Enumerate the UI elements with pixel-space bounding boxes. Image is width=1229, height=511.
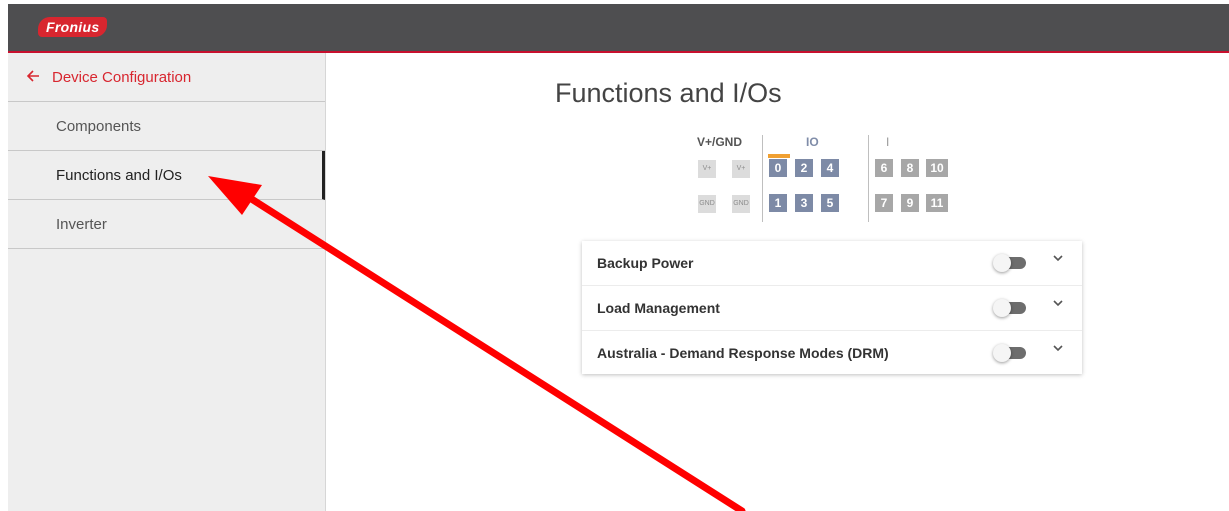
- input-header: I: [886, 135, 890, 149]
- drm-toggle[interactable]: [993, 344, 1027, 362]
- toggle-knob: [993, 299, 1011, 317]
- divider: [762, 135, 763, 222]
- pin-io-4[interactable]: 4: [821, 159, 839, 177]
- sidebar: Device Configuration Components Function…: [8, 53, 326, 511]
- sidebar-item-label: Functions and I/Os: [56, 166, 182, 184]
- back-to-device-configuration[interactable]: Device Configuration: [8, 53, 325, 102]
- function-row-backup-power[interactable]: Backup Power: [582, 241, 1082, 286]
- pin-in-10[interactable]: 10: [926, 159, 948, 177]
- pin-in-9[interactable]: 9: [901, 194, 919, 212]
- function-label: Backup Power: [597, 255, 694, 271]
- pin-io-5[interactable]: 5: [821, 194, 839, 212]
- toggle-knob: [993, 344, 1011, 362]
- divider: [868, 135, 869, 222]
- function-label: Australia - Demand Response Modes (DRM): [597, 345, 889, 361]
- pin-io-1[interactable]: 1: [769, 194, 787, 212]
- load-management-toggle[interactable]: [993, 299, 1027, 317]
- toggle-knob: [993, 254, 1011, 272]
- page-title: Functions and I/Os: [555, 78, 782, 108]
- sidebar-item-label: Inverter: [56, 215, 107, 233]
- pin-gnd: GND: [698, 195, 716, 213]
- pin-in-11[interactable]: 11: [926, 194, 948, 212]
- chevron-down-icon[interactable]: [1052, 341, 1064, 359]
- function-label: Load Management: [597, 300, 720, 316]
- sidebar-item-functions-and-ios[interactable]: Functions and I/Os: [8, 151, 325, 200]
- back-label: Device Configuration: [52, 68, 192, 86]
- sidebar-item-label: Components: [56, 117, 142, 135]
- io-active-indicator: [768, 154, 790, 158]
- pin-in-6[interactable]: 6: [875, 159, 893, 177]
- pin-in-8[interactable]: 8: [901, 159, 919, 177]
- io-diagram: V+/GND IO I V+ V+ GND GND 0 2 4 1 3 5 6 …: [690, 135, 990, 225]
- pin-io-3[interactable]: 3: [795, 194, 813, 212]
- sidebar-item-components[interactable]: Components: [8, 102, 325, 151]
- functions-panel: Backup Power Load Management Australia -…: [582, 241, 1082, 374]
- chevron-down-icon[interactable]: [1052, 296, 1064, 314]
- fronius-logo[interactable]: Fronius: [38, 17, 108, 37]
- arrow-left-icon: [26, 68, 40, 86]
- pin-in-7[interactable]: 7: [875, 194, 893, 212]
- chevron-down-icon[interactable]: [1052, 251, 1064, 269]
- pin-gnd: GND: [732, 195, 750, 213]
- pin-io-2[interactable]: 2: [795, 159, 813, 177]
- pin-vplus: V+: [732, 160, 750, 178]
- power-header: V+/GND: [697, 135, 743, 149]
- sidebar-item-inverter[interactable]: Inverter: [8, 200, 325, 249]
- function-row-load-management[interactable]: Load Management: [582, 286, 1082, 331]
- function-row-drm[interactable]: Australia - Demand Response Modes (DRM): [582, 331, 1082, 375]
- pin-vplus: V+: [698, 160, 716, 178]
- io-header: IO: [806, 135, 819, 149]
- pin-io-0[interactable]: 0: [769, 159, 787, 177]
- backup-power-toggle[interactable]: [993, 254, 1027, 272]
- top-header: Fronius: [8, 4, 1229, 53]
